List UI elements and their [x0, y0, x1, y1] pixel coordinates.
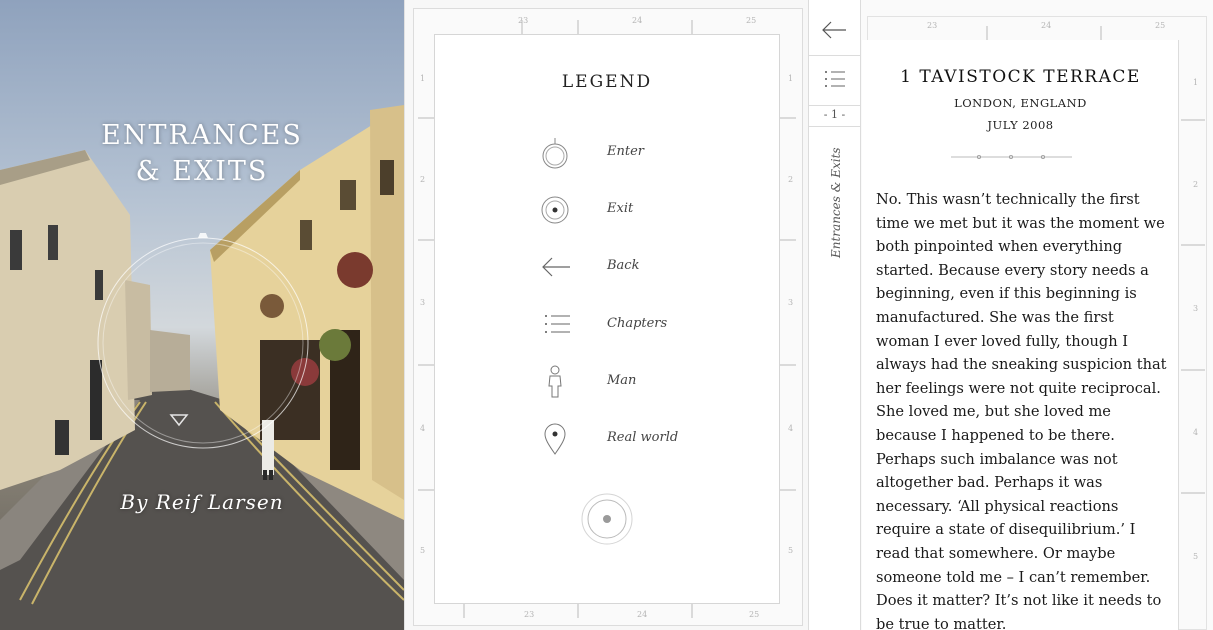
text-line: beginning, even if this beginning is — [876, 285, 1137, 303]
legend-label-man: Man — [607, 373, 637, 388]
ruler-number: 2 — [420, 175, 426, 184]
ruler-number: 2 — [1193, 180, 1199, 189]
chapter-location: LONDON, ENGLAND — [954, 96, 1087, 110]
text-line: someone told me – I can’t remember. — [876, 568, 1151, 586]
ruler-number: 24 — [632, 16, 643, 25]
ornament-divider-icon — [951, 155, 1072, 160]
legend-label-enter: Enter — [607, 144, 644, 159]
text-line: Perhaps such imbalance was not — [876, 450, 1118, 468]
legend-title: LEGEND — [561, 72, 653, 92]
text-line: started. Because every story needs a — [876, 261, 1149, 279]
cover-title-line2: & EXITS — [135, 156, 269, 187]
chapter-date: JULY 2008 — [987, 118, 1054, 132]
ruler-number: 3 — [1193, 304, 1199, 313]
text-line: her feelings were not quite reciprocal. — [876, 379, 1161, 397]
text-line: No. This wasn’t technically the first — [876, 191, 1140, 208]
navigation-compass-icon[interactable] — [93, 233, 313, 453]
text-line: She loved me, but she loved me — [876, 403, 1111, 421]
cover-author: By Reif Larsen — [120, 490, 284, 514]
chapters-list-icon — [825, 71, 845, 87]
cover-panel: ENTRANCES & EXITS By Reif Larsen — [0, 0, 404, 630]
exit-icon — [541, 196, 569, 224]
text-line: Does it matter? It’s not like it needs t… — [876, 592, 1162, 610]
book-title-vertical: Entrances & Exits — [829, 147, 843, 258]
chapter-body: No. This wasn’t technically the first ti… — [876, 188, 1176, 630]
legend-label-back: Back — [607, 258, 640, 273]
ruler-number: 1 — [420, 74, 426, 83]
ruler-number: 24 — [1041, 21, 1052, 30]
ruler-number: 23 — [927, 21, 938, 30]
text-line: because I happened to be there. — [876, 426, 1115, 444]
ruler-number: 1 — [788, 74, 794, 83]
ruler-number: 4 — [1193, 428, 1199, 437]
text-line: woman I ever loved fully, though I — [876, 332, 1129, 350]
man-icon — [548, 365, 562, 398]
back-button[interactable] — [808, 6, 861, 56]
map-pin-icon — [544, 423, 566, 455]
text-line: manufactured. She was the first — [876, 308, 1114, 326]
ruler-number: 25 — [1155, 21, 1166, 30]
ruler-number: 5 — [788, 546, 794, 555]
ruler-number: 4 — [420, 424, 426, 433]
legend-label-exit: Exit — [607, 201, 634, 216]
legend-label-real-world: Real world — [607, 430, 679, 445]
chapter-title: 1 TAVISTOCK TERRACE — [900, 67, 1141, 87]
text-line: necessary. ‘All physical reactions — [876, 497, 1119, 515]
ruler-number: 2 — [788, 175, 794, 184]
ruler-number: 3 — [420, 298, 426, 307]
ruler-number: 3 — [788, 298, 794, 307]
ruler-number: 23 — [524, 610, 535, 619]
text-line: read that somewhere. Or maybe — [876, 544, 1116, 562]
ruler-number: 24 — [637, 610, 648, 619]
ruler-number: 1 — [1193, 78, 1199, 87]
ruler-number: 23 — [518, 16, 529, 25]
page-indicator: - 1 - — [808, 103, 861, 127]
text-line: always had the sneaking suspicion that — [876, 356, 1167, 374]
text-line: require a state of disequilibrium.’ I — [876, 521, 1136, 539]
text-line: altogether bad. Perhaps it was — [876, 474, 1103, 492]
legend-label-chapters: Chapters — [607, 316, 668, 331]
exit-button-icon[interactable] — [580, 492, 634, 546]
ruler-number: 4 — [788, 424, 794, 433]
back-arrow-icon — [542, 257, 570, 277]
ruler-number: 25 — [746, 16, 757, 25]
text-line: be true to matter. — [876, 615, 1007, 630]
ruler-number: 25 — [749, 610, 760, 619]
chapters-list-icon — [545, 315, 570, 333]
enter-icon — [542, 138, 568, 169]
ruler-number: 5 — [420, 546, 426, 555]
text-line: both pinpointed when everything — [876, 238, 1123, 256]
back-arrow-icon — [822, 21, 846, 39]
chapters-button[interactable] — [808, 56, 861, 106]
ruler-number: 5 — [1193, 552, 1199, 561]
text-line: time we met but it was the moment we — [876, 214, 1165, 232]
cover-title-line1: ENTRANCES — [101, 120, 303, 151]
